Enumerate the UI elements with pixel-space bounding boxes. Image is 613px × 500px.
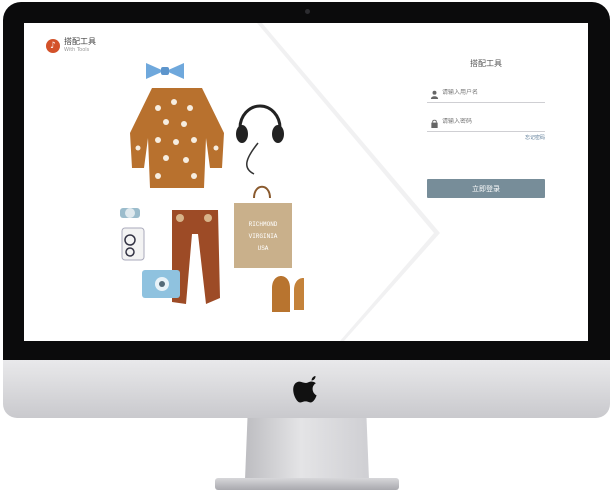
watch-item bbox=[120, 208, 140, 218]
login-form: 搭配工具 忘记密码 立即登录 bbox=[427, 58, 545, 198]
sweater-item bbox=[130, 88, 224, 188]
tote-bag-item: RICHMOND VIRGINIA USA bbox=[234, 185, 292, 268]
tote-print-line-2: VIRGINIA bbox=[249, 233, 278, 240]
bow-tie-item bbox=[146, 63, 184, 79]
login-button[interactable]: 立即登录 bbox=[427, 179, 545, 198]
imac-bezel: ♪ 搭配工具 With Tools RICHMOND VIRGINIA USA … bbox=[3, 2, 610, 360]
apple-icon bbox=[293, 376, 317, 403]
shoes-item bbox=[272, 276, 304, 312]
imac-stand bbox=[245, 418, 369, 480]
tote-print-line-3: USA bbox=[258, 245, 269, 252]
imac-stand-base bbox=[215, 478, 399, 490]
lock-icon bbox=[431, 119, 438, 128]
camera-dot bbox=[305, 9, 310, 14]
app-logo[interactable]: ♪ 搭配工具 With Tools bbox=[46, 37, 96, 55]
user-icon bbox=[430, 90, 439, 99]
login-screen: ♪ 搭配工具 With Tools RICHMOND VIRGINIA USA … bbox=[24, 23, 588, 341]
imac-chin bbox=[3, 360, 610, 418]
glasses-case-item bbox=[121, 227, 145, 261]
circle-logo-icon: ♪ bbox=[46, 39, 60, 53]
logo-subtitle: With Tools bbox=[64, 47, 90, 53]
username-field[interactable] bbox=[427, 88, 545, 103]
password-input[interactable] bbox=[442, 118, 542, 125]
camera-item bbox=[142, 270, 180, 298]
password-field[interactable] bbox=[427, 117, 545, 132]
tote-print-line-1: RICHMOND bbox=[249, 221, 278, 228]
username-input[interactable] bbox=[442, 89, 542, 96]
logo-title: 搭配工具 bbox=[64, 37, 96, 46]
outfit-illustration: RICHMOND VIRGINIA USA bbox=[120, 63, 304, 312]
login-title: 搭配工具 bbox=[470, 59, 502, 68]
forgot-password-link[interactable]: 忘记密码 bbox=[427, 134, 545, 141]
headphones-item bbox=[236, 104, 284, 175]
